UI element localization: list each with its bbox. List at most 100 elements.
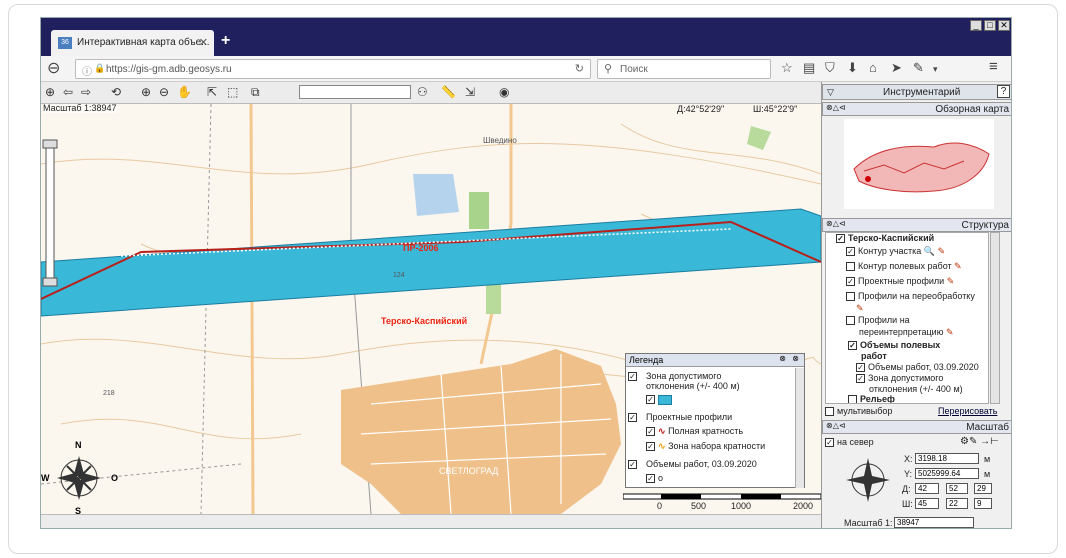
gis-toolbar: ⊕ ⇦ ⇨ ⟲ ⊕ ⊖ ✋ ⇱ ⬚ ⧉ ⚇ 📏 ⇲ ◉: [41, 82, 821, 104]
info-icon[interactable]: ⓘ: [82, 63, 92, 78]
panel-controls-icon[interactable]: ⊗△⊲: [826, 219, 846, 228]
zoom-in-icon[interactable]: ⊕: [141, 85, 151, 99]
refresh-map-icon[interactable]: ⟲: [111, 85, 121, 99]
arrow-forward-icon[interactable]: ⇨: [81, 85, 91, 99]
home-icon[interactable]: ⌂: [869, 60, 877, 75]
extension-dropdown-icon[interactable]: ▾: [933, 64, 938, 75]
select-info-icon[interactable]: ⇱: [207, 85, 217, 99]
tools-icon[interactable]: ⚙✎ →⊢: [960, 436, 999, 447]
scale-field[interactable]: 38947: [894, 517, 974, 528]
height-label: 218: [103, 390, 115, 397]
tree-scrollbar[interactable]: [990, 232, 1000, 404]
binoculars-icon[interactable]: ⚇: [417, 85, 428, 99]
legend-item[interactable]: ✓ Объемы работ, 03.09.2020: [628, 459, 757, 470]
tree-item[interactable]: ✓ Зона допустимого: [856, 373, 943, 384]
tree-item[interactable]: ✓ Контур участка 🔍 ✎: [846, 246, 945, 257]
send-icon[interactable]: ➤: [891, 60, 902, 76]
url-bar[interactable]: ⓘ 🔒 https://gis-gm.adb.geosys.ru ↻: [75, 59, 591, 79]
road: [249, 104, 255, 514]
lat-min-field[interactable]: 52: [946, 483, 968, 494]
lat-sec-field[interactable]: 29: [974, 483, 992, 494]
lon-min-field[interactable]: 22: [946, 498, 968, 509]
overview-map[interactable]: [844, 119, 994, 209]
legend-header: Легенда ⊗ ⊗: [626, 354, 804, 367]
ruler-icon[interactable]: 📏: [441, 85, 456, 99]
north-checkbox[interactable]: ✓ на север: [825, 437, 874, 448]
select-multi-icon[interactable]: ⧉: [251, 85, 260, 100]
tree-item[interactable]: Контур полевых работ ✎: [846, 261, 962, 272]
browser-tab[interactable]: 36 Интерактивная карта объе... ✕: [51, 30, 214, 56]
x-coordinate-field[interactable]: 3198.18: [915, 453, 979, 464]
eye-icon[interactable]: ◉: [499, 85, 509, 99]
tree-item[interactable]: Профили на переобработку: [846, 291, 975, 302]
layer-tree[interactable]: ✓ Терско-Каспийский ✓ Контур участка 🔍 ✎ К…: [825, 232, 989, 404]
scale-header[interactable]: ⊗△⊲ Масштаб: [822, 420, 1011, 434]
y-coordinate-field[interactable]: 5025999.64: [915, 468, 979, 479]
legend-scrollbar[interactable]: [795, 368, 804, 488]
search-input[interactable]: ⚲ Поиск: [597, 59, 771, 79]
reading-list-icon[interactable]: ▤: [803, 60, 815, 76]
style-icon[interactable]: ✎: [954, 261, 962, 271]
structure-header[interactable]: ⊗△⊲ Структура: [822, 218, 1011, 232]
legend-item[interactable]: ✓ Проектные профили: [628, 412, 732, 423]
download-icon[interactable]: ⬇: [847, 60, 858, 76]
maximize-button[interactable]: □: [984, 20, 996, 31]
legend-item[interactable]: ✓ ∿ Зона набора кратности: [646, 441, 765, 452]
tree-item: отклонения (+/- 400 м): [869, 384, 963, 394]
lon-deg-field[interactable]: 45: [915, 498, 939, 509]
help-button[interactable]: ?: [997, 85, 1010, 98]
tab-close-icon[interactable]: ✕: [199, 36, 208, 49]
style-icon[interactable]: ✎: [946, 327, 954, 337]
panel-controls-icon[interactable]: ⊗△⊲: [826, 421, 846, 430]
style-icon[interactable]: ✎: [947, 276, 955, 286]
export-icon[interactable]: ⇲: [465, 85, 475, 99]
map-canvas[interactable]: Масштаб 1:38947 Д:42°52'29" Ш:45°22'9" П…: [41, 104, 821, 514]
style-icon[interactable]: ✎: [856, 303, 864, 314]
legend-item[interactable]: ✓ Зона допустимого отклонения (+/- 400 м): [628, 371, 756, 391]
bookmark-star-icon[interactable]: ☆: [781, 60, 793, 76]
lat-deg-field[interactable]: 42: [915, 483, 939, 494]
extension-icon[interactable]: ✎: [913, 60, 924, 76]
scale-tick: 1000: [731, 501, 752, 511]
tree-item[interactable]: ✓ Объемы работ, 03.09.2020: [856, 362, 979, 373]
close-window-button[interactable]: ✕: [998, 20, 1010, 31]
lake: [413, 174, 459, 216]
pan-all-icon[interactable]: ⊕: [45, 85, 55, 99]
tree-item[interactable]: Рельеф: [848, 394, 895, 403]
legend-panel[interactable]: Легенда ⊗ ⊗ ✓ Зона допустимого отклонения…: [625, 353, 805, 488]
style-icon[interactable]: ✎: [938, 246, 946, 256]
panel-controls-icon[interactable]: ⊗△⊲: [826, 103, 846, 112]
multiselect-checkbox[interactable]: мультивыбор: [825, 406, 892, 417]
arrow-back-icon[interactable]: ⇦: [63, 85, 73, 99]
village-label: Шведино: [483, 136, 517, 145]
redraw-link[interactable]: Перерисовать: [938, 406, 997, 416]
reload-icon[interactable]: ↻: [575, 62, 584, 75]
favicon-icon: 36: [58, 37, 72, 49]
legend-swatch-row[interactable]: ✓: [646, 394, 672, 405]
legend-close-icon[interactable]: ⊗: [792, 354, 799, 363]
minimize-button[interactable]: _: [970, 20, 982, 31]
menu-icon[interactable]: ≡: [989, 58, 998, 75]
overview-header[interactable]: ⊗△⊲ Обзорная карта: [822, 102, 1011, 116]
magnifier-icon[interactable]: 🔍: [924, 246, 935, 256]
select-area-icon[interactable]: ⬚: [227, 85, 238, 99]
new-tab-button[interactable]: +: [221, 32, 230, 50]
collapse-icon[interactable]: ▽: [827, 87, 834, 98]
tree-item[interactable]: ✓ Проектные профили ✎: [846, 276, 954, 287]
lon-sec-field[interactable]: 9: [974, 498, 992, 509]
corridor-swatch: [658, 394, 672, 405]
tree-item[interactable]: Профили на: [846, 315, 910, 326]
legend-collapse-icon[interactable]: ⊗: [779, 354, 786, 363]
hand-pan-icon[interactable]: ✋: [177, 85, 192, 99]
tree-item[interactable]: ✓ Терско-Каспийский: [836, 233, 934, 244]
legend-item[interactable]: ✓ о: [646, 473, 663, 484]
zoom-out-icon[interactable]: ⊖: [159, 85, 169, 99]
legend-item[interactable]: ✓ ∿ Полная кратность: [646, 426, 743, 437]
full-fold-icon: ∿: [658, 426, 666, 436]
panel-compass-rose: [846, 458, 890, 502]
back-button[interactable]: ⊖: [47, 58, 60, 78]
tree-item[interactable]: ✓ Объемы полевых: [848, 340, 940, 351]
pocket-icon[interactable]: ⛉: [825, 60, 835, 76]
scale-indicator: Масштаб 1:38947: [43, 104, 117, 113]
map-search-input[interactable]: [299, 85, 411, 99]
